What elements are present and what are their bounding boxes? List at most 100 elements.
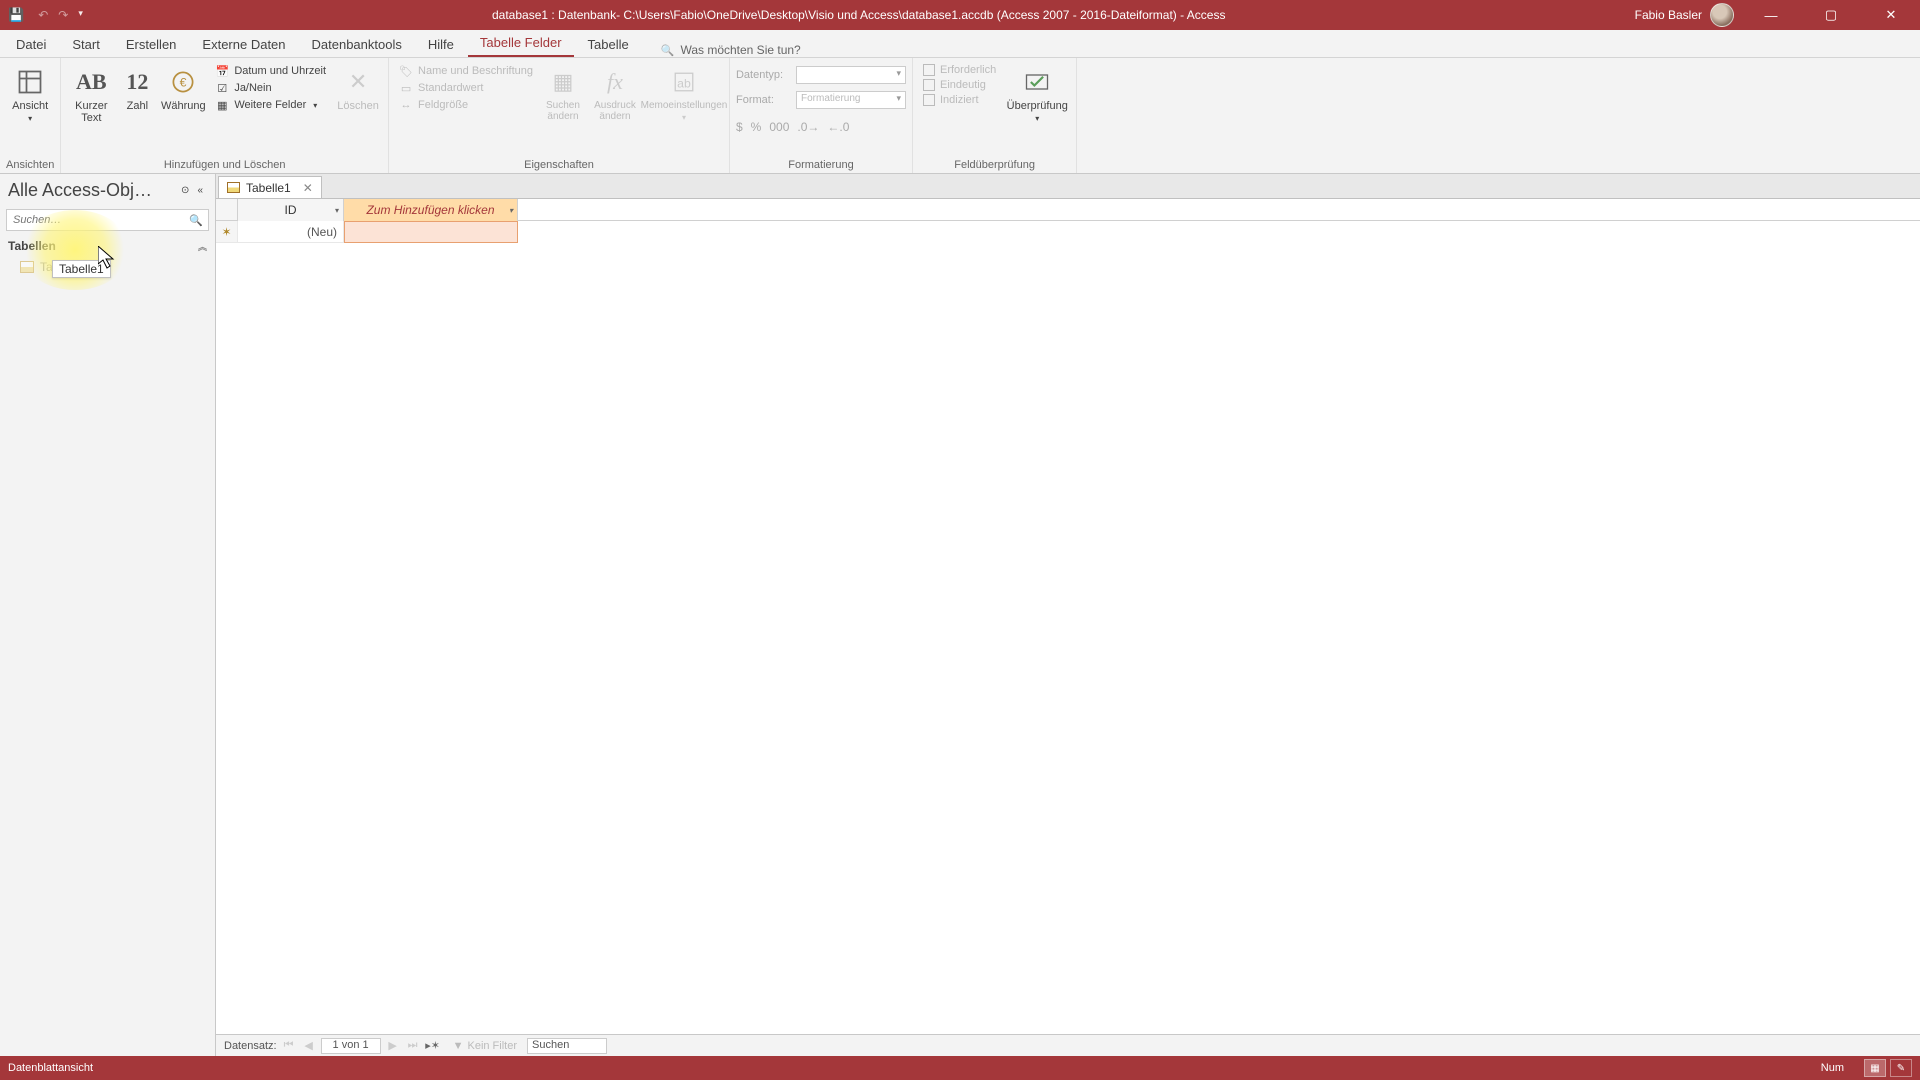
navpane-title: Alle Access-Obj…	[8, 180, 177, 201]
nav-new-button[interactable]: ▸✶	[425, 1039, 441, 1052]
search-icon[interactable]: 🔍	[184, 214, 208, 227]
calendar-icon: 📅	[215, 64, 229, 78]
format-combo: Formatierung	[796, 91, 906, 109]
fields-icon: ▦	[215, 98, 229, 112]
cell-id-new[interactable]: (Neu)	[238, 221, 344, 243]
close-tab-icon[interactable]: ✕	[303, 181, 313, 195]
ansicht-button[interactable]: Ansicht ▾	[6, 62, 54, 127]
column-add-new[interactable]: Zum Hinzufügen klicken▾	[344, 199, 518, 221]
document-area: Tabelle1 ✕ ID▾ Zum Hinzufügen klicken▾ ✶…	[216, 174, 1920, 1056]
navpane-collapse-icon[interactable]: «	[193, 185, 207, 196]
row-selector-new[interactable]: ✶	[216, 221, 238, 243]
table-icon	[227, 182, 240, 193]
navpane-dropdown-icon[interactable]: ⊙	[177, 185, 193, 196]
select-all-corner[interactable]	[216, 199, 238, 220]
ueberpruefung-button[interactable]: Überprüfung ▾	[1004, 62, 1070, 127]
default-icon: ▭	[399, 81, 413, 95]
loeschen-button: ✕ Löschen	[334, 62, 382, 116]
number-icon: 12	[121, 66, 153, 98]
status-view-mode: Datenblattansicht	[8, 1062, 1821, 1074]
zahl-button[interactable]: 12 Zahl	[119, 62, 155, 116]
status-num: Num	[1821, 1062, 1844, 1074]
name-beschriftung-button: 🏷Name und Beschriftung	[399, 64, 533, 78]
record-position[interactable]: 1 von 1	[321, 1038, 381, 1054]
chevron-down-icon: ▾	[28, 114, 32, 123]
filter-indicator: ▼Kein Filter	[453, 1040, 517, 1052]
navigation-pane: Alle Access-Obj… ⊙ « 🔍 Tabellen ︽ Tabell…	[0, 174, 216, 1056]
group-label-formatierung: Formatierung	[788, 157, 853, 171]
checkbox-icon	[923, 64, 935, 76]
svg-text:ab: ab	[677, 76, 691, 90]
user-name: Fabio Basler	[1635, 8, 1702, 22]
suchen-aendern-button: ▦ Suchen ändern	[541, 62, 585, 126]
format-label: Format:	[736, 94, 790, 106]
avatar	[1710, 3, 1734, 27]
titlebar: 💾 ↶ ↷ ▾ database1 : Datenbank- C:\Users\…	[0, 0, 1920, 30]
view-datasheet-button[interactable]: ▦	[1864, 1059, 1886, 1077]
group-label-ansichten: Ansichten	[6, 157, 54, 171]
close-button[interactable]: ✕	[1868, 0, 1914, 30]
checkbox-icon	[923, 94, 935, 106]
tab-tabelle-felder[interactable]: Tabelle Felder	[468, 30, 574, 57]
user-info[interactable]: Fabio Basler	[1635, 3, 1734, 27]
qat-dropdown-icon[interactable]: ▾	[78, 8, 83, 22]
nav-last-button: ⏭	[405, 1039, 421, 1052]
undo-icon: ↶	[38, 8, 48, 22]
column-dropdown-icon[interactable]: ▾	[509, 206, 513, 215]
record-label: Datensatz:	[224, 1040, 277, 1052]
currency-format-icon: $	[736, 120, 743, 134]
erforderlich-checkbox: Erforderlich	[923, 64, 996, 76]
navpane-header[interactable]: Alle Access-Obj… ⊙ «	[0, 174, 215, 207]
save-icon[interactable]: 💾	[8, 7, 24, 23]
group-label-eigenschaften: Eigenschaften	[524, 157, 594, 171]
tab-datei[interactable]: Datei	[4, 32, 58, 57]
percent-format-icon: %	[751, 120, 762, 134]
tab-hilfe[interactable]: Hilfe	[416, 32, 466, 57]
collapse-group-icon[interactable]: ︽	[198, 240, 207, 253]
cell-add-active[interactable]	[344, 221, 518, 243]
kurzer-text-button[interactable]: AB Kurzer Text	[67, 62, 115, 128]
waehrung-button[interactable]: € Währung	[159, 62, 207, 116]
feldgroesse-button: ↔Feldgröße	[399, 98, 533, 112]
record-search-box[interactable]: Suchen	[527, 1038, 607, 1054]
tab-datenbanktools[interactable]: Datenbanktools	[300, 32, 414, 57]
filter-icon: ▼	[453, 1040, 464, 1052]
group-label-feldueberpruefung: Feldüberprüfung	[954, 157, 1035, 171]
fx-icon: fx	[599, 66, 631, 98]
navpane-search[interactable]: 🔍	[6, 209, 209, 231]
datasheet-grid[interactable]: ID▾ Zum Hinzufügen klicken▾ ✶ (Neu)	[216, 198, 1920, 1034]
eindeutig-checkbox: Eindeutig	[923, 79, 996, 91]
tab-externe-daten[interactable]: Externe Daten	[190, 32, 297, 57]
table-icon	[20, 261, 34, 273]
maximize-button[interactable]: ▢	[1808, 0, 1854, 30]
validation-icon	[1021, 66, 1053, 98]
tab-erstellen[interactable]: Erstellen	[114, 32, 189, 57]
view-icon	[14, 66, 46, 98]
decrease-decimals-icon: ←.0	[827, 120, 849, 134]
standardwert-button: ▭Standardwert	[399, 81, 533, 95]
search-icon	[661, 43, 675, 57]
weitere-felder-button[interactable]: ▦Weitere Felder▾	[215, 98, 326, 112]
datum-uhrzeit-button[interactable]: 📅Datum und Uhrzeit	[215, 64, 326, 78]
redo-icon: ↷	[58, 8, 68, 22]
tab-start[interactable]: Start	[60, 32, 111, 57]
document-tabs: Tabelle1 ✕	[216, 174, 1920, 198]
checkbox-icon: ☑	[215, 81, 229, 95]
janein-button[interactable]: ☑Ja/Nein	[215, 81, 326, 95]
tag-icon: 🏷	[399, 64, 413, 78]
currency-icon: €	[167, 66, 199, 98]
nav-prev-button: ◀	[301, 1039, 317, 1052]
main-area: Alle Access-Obj… ⊙ « 🔍 Tabellen ︽ Tabell…	[0, 174, 1920, 1056]
lookup-icon: ▦	[547, 66, 579, 98]
memo-icon: ab	[668, 66, 700, 98]
nav-next-button: ▶	[385, 1039, 401, 1052]
view-design-button[interactable]: ✎	[1890, 1059, 1912, 1077]
tell-me-search[interactable]: Was möchten Sie tun?	[661, 43, 801, 57]
doctab-tabelle1[interactable]: Tabelle1 ✕	[218, 176, 322, 198]
tab-tabelle[interactable]: Tabelle	[576, 32, 641, 57]
minimize-button[interactable]: —	[1748, 0, 1794, 30]
navpane-search-input[interactable]	[7, 214, 184, 226]
checkbox-icon	[923, 79, 935, 91]
column-dropdown-icon[interactable]: ▾	[335, 206, 339, 215]
column-id[interactable]: ID▾	[238, 199, 344, 221]
